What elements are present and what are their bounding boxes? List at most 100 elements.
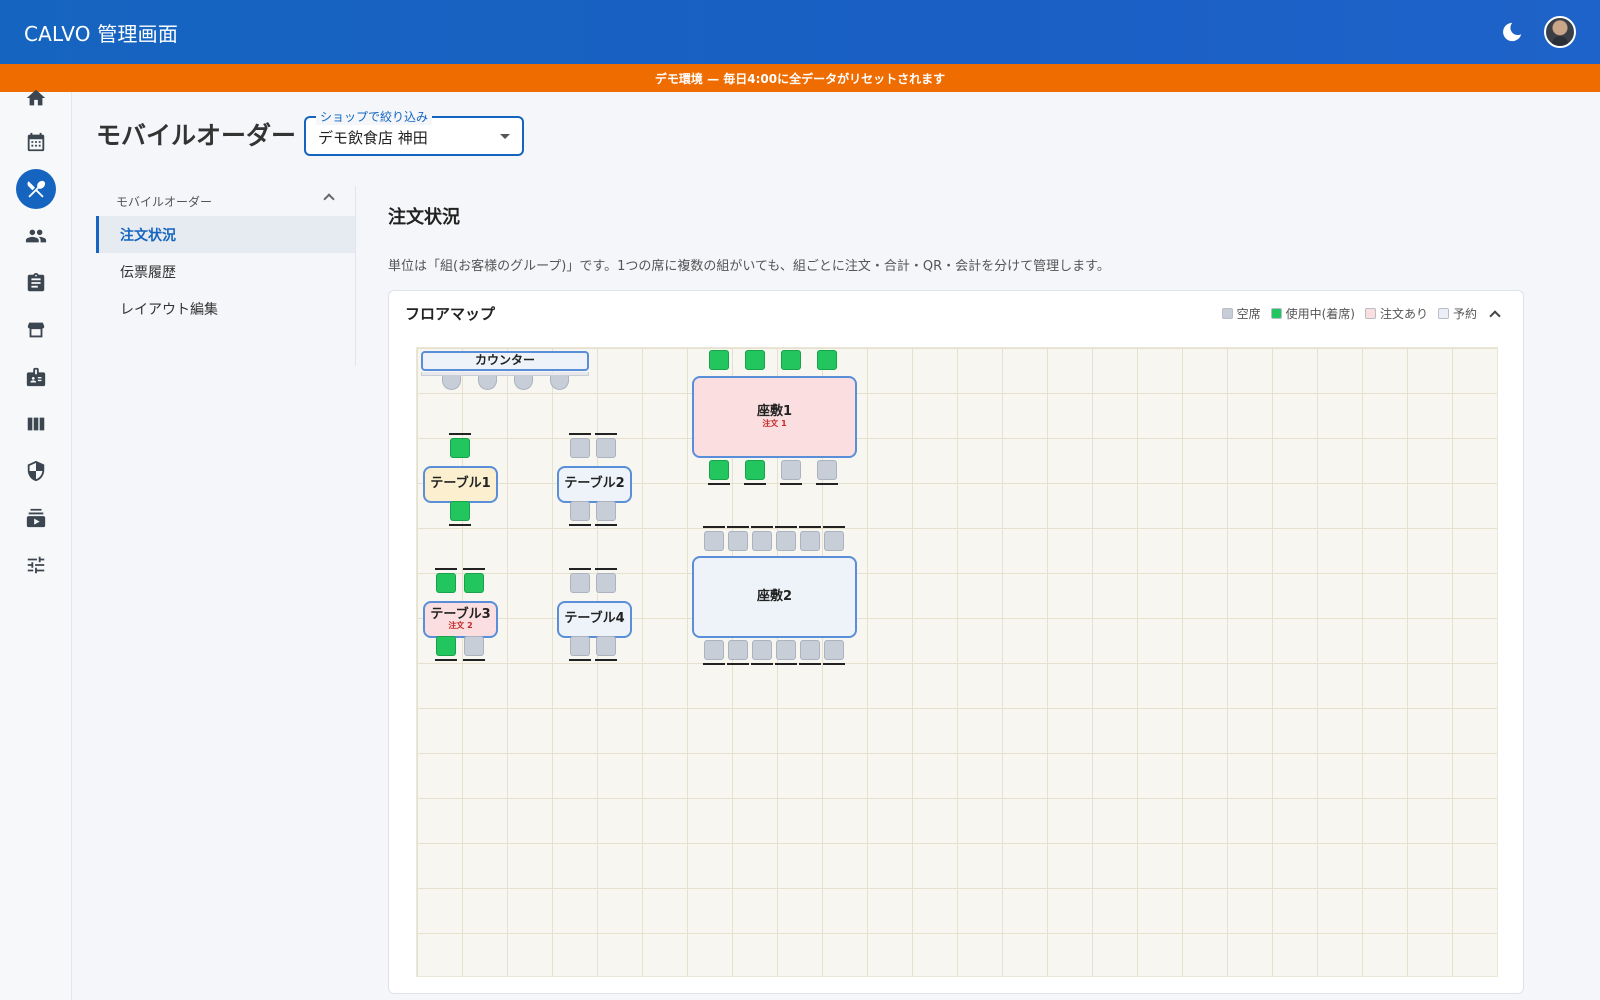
seat-empty[interactable] [596, 438, 616, 458]
seat-empty[interactable] [817, 460, 837, 480]
seat-used[interactable] [745, 460, 765, 480]
shop-filter-select[interactable]: ショップで絞り込み デモ飲食店 神田 [304, 108, 524, 156]
seat-empty[interactable] [728, 640, 748, 660]
seat-empty[interactable] [596, 636, 616, 656]
section-title: 注文状況 [388, 207, 460, 228]
seat-empty[interactable] [800, 640, 820, 660]
floor-map-title: フロアマップ [405, 305, 496, 323]
app-title: CALVO 管理画面 [24, 21, 179, 46]
seat-used[interactable] [709, 350, 729, 370]
seat-backrest [463, 659, 485, 661]
counter-stool[interactable] [550, 376, 569, 390]
home-icon[interactable] [16, 78, 56, 118]
legend-item-vacant: 空席 [1221, 305, 1261, 322]
seat-empty[interactable] [752, 531, 772, 551]
seat-empty[interactable] [781, 460, 801, 480]
store-icon[interactable] [16, 310, 56, 350]
seat-used[interactable] [450, 501, 470, 521]
shop-filter-value: デモ飲食店 神田 [318, 129, 428, 147]
sub-nav-item-slip-history[interactable]: 伝票履歴 [96, 253, 355, 290]
counter-stool[interactable] [514, 376, 533, 390]
seat-used[interactable] [745, 350, 765, 370]
sub-nav-header-label: モバイルオーダー [116, 194, 213, 209]
counter-stool[interactable] [478, 376, 497, 390]
seat-backrest [799, 526, 821, 528]
chevron-up-icon[interactable] [1489, 309, 1501, 322]
seat-empty[interactable] [704, 640, 724, 660]
seat-backrest [823, 526, 845, 528]
seat-empty[interactable] [596, 501, 616, 521]
seat-empty[interactable] [824, 640, 844, 660]
header-actions [1498, 16, 1576, 48]
seat-backrest [569, 568, 591, 570]
subscriptions-icon[interactable] [16, 498, 56, 538]
table-name: テーブル1 [430, 476, 491, 492]
seat-used[interactable] [464, 573, 484, 593]
seat-empty[interactable] [570, 636, 590, 656]
seat-backrest [823, 663, 845, 665]
seat-used[interactable] [781, 350, 801, 370]
counter-table[interactable]: カウンター [421, 351, 589, 371]
legend-label-in-use: 使用中(着席) [1285, 307, 1355, 321]
tune-icon[interactable] [16, 545, 56, 585]
app-header: CALVO 管理画面 [0, 0, 1600, 64]
legend-swatch-in-use [1270, 308, 1282, 319]
sub-nav-item-layout-edit[interactable]: レイアウト編集 [96, 290, 355, 327]
seat-used[interactable] [709, 460, 729, 480]
shield-icon[interactable] [16, 451, 56, 491]
seat-empty[interactable] [800, 531, 820, 551]
badge-icon[interactable] [16, 357, 56, 397]
seat-empty[interactable] [752, 640, 772, 660]
seat-used[interactable] [436, 636, 456, 656]
seat-backrest [569, 524, 591, 526]
table-name: テーブル4 [564, 611, 625, 627]
sub-nav-header[interactable]: モバイルオーダー [96, 186, 355, 216]
seat-used[interactable] [817, 350, 837, 370]
legend-label-reserved: 予約 [1452, 307, 1477, 321]
floor-table[interactable]: テーブル1 [423, 466, 498, 503]
counter-name: カウンター [474, 353, 535, 368]
chevron-up-icon [323, 193, 335, 205]
floor-table[interactable]: テーブル3 注文 2 [423, 601, 498, 638]
seat-backrest [569, 433, 591, 435]
floor-table[interactable]: テーブル4 [557, 601, 632, 638]
seat-backrest [727, 526, 749, 528]
seat-empty[interactable] [704, 531, 724, 551]
seat-backrest [703, 526, 725, 528]
seat-empty[interactable] [570, 501, 590, 521]
seat-empty[interactable] [776, 640, 796, 660]
moon-icon[interactable] [1498, 18, 1526, 46]
people-icon[interactable] [16, 216, 56, 256]
table-name: テーブル2 [564, 476, 625, 492]
seat-empty[interactable] [570, 573, 590, 593]
seat-empty[interactable] [824, 531, 844, 551]
columns-icon[interactable] [16, 404, 56, 444]
calendar-icon[interactable] [16, 122, 56, 162]
seat-empty[interactable] [776, 531, 796, 551]
floor-table[interactable]: 座敷2 [692, 556, 857, 638]
legend-swatch-reserved [1437, 308, 1449, 319]
seat-empty[interactable] [464, 636, 484, 656]
seat-empty[interactable] [728, 531, 748, 551]
seat-backrest [569, 659, 591, 661]
seat-backrest [435, 659, 457, 661]
seat-backrest [595, 568, 617, 570]
avatar[interactable] [1544, 16, 1576, 48]
floor-table[interactable]: 座敷1 注文 1 [692, 376, 857, 458]
seat-backrest [780, 483, 802, 485]
seat-used[interactable] [450, 438, 470, 458]
seat-used[interactable] [436, 573, 456, 593]
legend-label-vacant: 空席 [1236, 307, 1261, 321]
legend-item-ordered: 注文あり [1364, 305, 1428, 322]
seat-empty[interactable] [570, 438, 590, 458]
seat-backrest [463, 568, 485, 570]
clipboard-icon[interactable] [16, 263, 56, 303]
seat-backrest [708, 483, 730, 485]
demo-banner: デモ環境 — 毎日4:00に全データがリセットされます [0, 64, 1600, 92]
sub-nav-item-order-status[interactable]: 注文状況 [96, 216, 355, 253]
seat-empty[interactable] [596, 573, 616, 593]
floor-table[interactable]: テーブル2 [557, 466, 632, 503]
page-title: モバイルオーダー [96, 121, 297, 150]
counter-stool[interactable] [442, 376, 461, 390]
restaurant-icon[interactable] [16, 169, 56, 209]
